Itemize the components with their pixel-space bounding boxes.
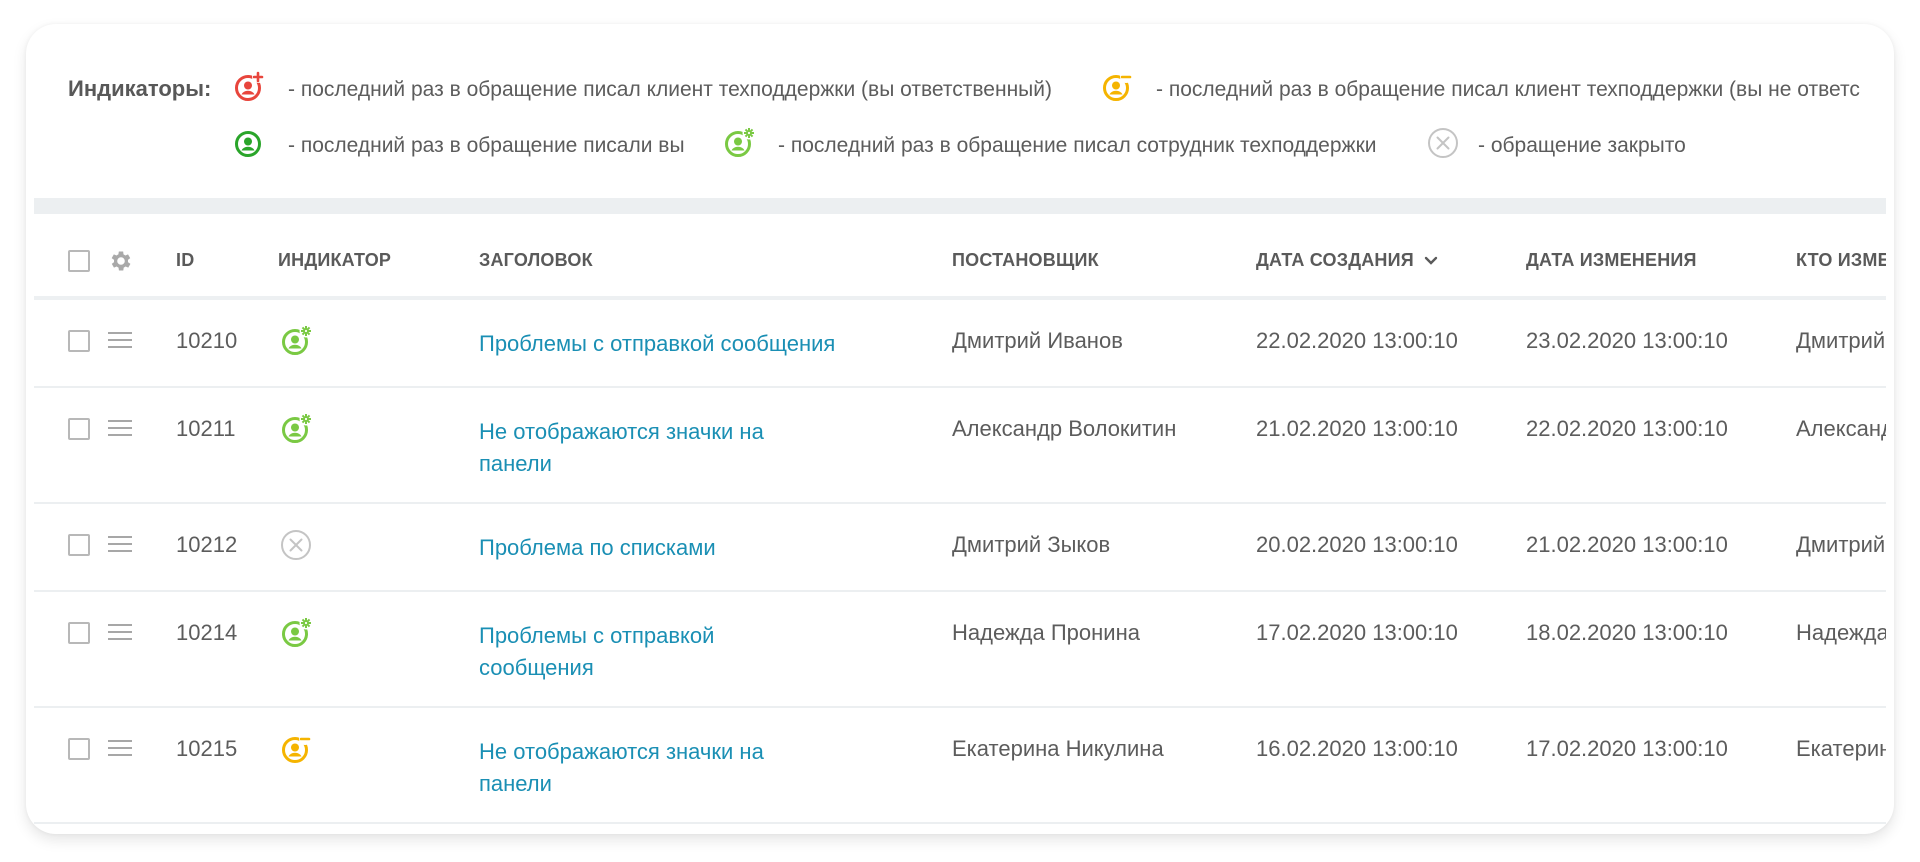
row-menu-icon[interactable] [108, 420, 132, 440]
ticket-title-line: Не отображаются значки на [479, 419, 764, 444]
ticket-title-line: Проблема по списками [479, 535, 716, 560]
legend-text-you: - последний раз в обращение писали вы [288, 134, 685, 157]
ticket-title-link[interactable]: Проблемы с отправкой сообщения [479, 328, 835, 360]
row-checkbox[interactable] [68, 330, 90, 352]
client-not-responsible-indicator-icon [1100, 70, 1134, 104]
closed-indicator-icon [1426, 126, 1460, 160]
ticket-id: 10214 [176, 620, 238, 645]
ticket-title-line: Не отображаются значки на [479, 739, 764, 764]
ticket-modified-date: 22.02.2020 13:00:10 [1526, 416, 1728, 441]
table-row[interactable]: 10212 Проблема по списками Дмитрий Зыков… [34, 504, 1886, 592]
ticket-modified-date: 18.02.2020 13:00:10 [1526, 620, 1728, 645]
legend-text-closed: - обращение закрыто [1478, 134, 1686, 157]
you-indicator-icon [232, 126, 266, 160]
ticket-modified-date: 21.02.2020 13:00:10 [1526, 532, 1728, 557]
ticket-title-link[interactable]: Не отображаются значки на панели [479, 416, 764, 480]
row-checkbox[interactable] [68, 738, 90, 760]
column-id[interactable]: ID [176, 250, 194, 271]
ticket-id: 10210 [176, 328, 238, 353]
ticket-title-line: панели [479, 451, 552, 476]
ticket-title-link[interactable]: Не отображаются значки на панели [479, 736, 764, 800]
staff-indicator-icon [279, 412, 313, 446]
ticket-author: Александр Волокитин [952, 416, 1177, 441]
legend-text-client-not-responsible: - последний раз в обращение писал клиент… [1156, 78, 1860, 101]
table-header: ID ИНДИКАТОР ЗАГОЛОВОК ПОСТАНОВЩИК ДАТА … [34, 214, 1886, 300]
ticket-modified-by: Екатерин [1796, 736, 1886, 761]
legend-text-client-responsible: - последний раз в обращение писал клиент… [288, 78, 1052, 101]
settings-gear-icon[interactable] [108, 248, 134, 274]
ticket-created-date: 20.02.2020 13:00:10 [1256, 532, 1458, 557]
ticket-modified-date: 23.02.2020 13:00:10 [1526, 328, 1728, 353]
ticket-created-date: 22.02.2020 13:00:10 [1256, 328, 1458, 353]
column-author[interactable]: ПОСТАНОВЩИК [952, 250, 1099, 271]
ticket-modified-date: 17.02.2020 13:00:10 [1526, 736, 1728, 761]
column-created-label: ДАТА СОЗДАНИЯ [1256, 250, 1414, 270]
client-responsible-indicator-icon [232, 70, 266, 104]
table-row[interactable]: 10210 Проблемы с отправкой сообщения Дми… [34, 300, 1886, 388]
legend-title: Индикаторы: [68, 76, 212, 101]
ticket-created-date: 17.02.2020 13:00:10 [1256, 620, 1458, 645]
ticket-title-link[interactable]: Проблема по списками [479, 532, 716, 564]
indicator-legend: Индикаторы: - последний раз в обращение … [26, 24, 1894, 198]
client-not-responsible-indicator-icon [279, 732, 313, 766]
column-created[interactable]: ДАТА СОЗДАНИЯ [1256, 250, 1438, 271]
staff-indicator-icon [722, 126, 756, 160]
ticket-created-date: 21.02.2020 13:00:10 [1256, 416, 1458, 441]
row-checkbox[interactable] [68, 622, 90, 644]
row-menu-icon[interactable] [108, 536, 132, 556]
tickets-table: ID ИНДИКАТОР ЗАГОЛОВОК ПОСТАНОВЩИК ДАТА … [34, 198, 1886, 834]
staff-indicator-icon [279, 616, 313, 650]
ticket-modified-by: Александ [1796, 416, 1886, 441]
ticket-title-line: сообщения [479, 655, 594, 680]
row-checkbox[interactable] [68, 534, 90, 556]
legend-text-staff: - последний раз в обращение писал сотруд… [778, 134, 1377, 157]
ticket-id: 10211 [176, 416, 236, 441]
column-title[interactable]: ЗАГОЛОВОК [479, 250, 593, 271]
ticket-author: Екатерина Никулина [952, 736, 1164, 761]
row-checkbox[interactable] [68, 418, 90, 440]
ticket-modified-by: Надежда [1796, 620, 1886, 645]
table-row[interactable]: 10214 Проблемы с отправкой сообщения Наде… [34, 592, 1886, 708]
row-menu-icon[interactable] [108, 740, 132, 760]
ticket-title-line: Проблемы с отправкой сообщения [479, 331, 836, 356]
ticket-title-line: панели [479, 771, 552, 796]
ticket-title-line: Проблемы с отправкой [479, 623, 715, 648]
ticket-author: Надежда Пронина [952, 620, 1140, 645]
ticket-title-link[interactable]: Проблемы с отправкой сообщения [479, 620, 714, 684]
table-row[interactable]: 10215 Не отображаются значки на панели Ек… [34, 708, 1886, 824]
row-menu-icon[interactable] [108, 624, 132, 644]
staff-indicator-icon [279, 324, 313, 358]
ticket-created-date: 16.02.2020 13:00:10 [1256, 736, 1458, 761]
column-modified[interactable]: ДАТА ИЗМЕНЕНИЯ [1526, 250, 1697, 271]
ticket-id: 10212 [176, 532, 238, 557]
select-all-checkbox[interactable] [68, 250, 90, 272]
column-modified-by[interactable]: КТО ИЗМЕ [1796, 250, 1886, 271]
closed-indicator-icon [279, 528, 313, 562]
ticket-author: Дмитрий Иванов [952, 328, 1123, 353]
table-row[interactable]: 10211 Не отображаются значки на панели Ал… [34, 388, 1886, 504]
ticket-id: 10215 [176, 736, 238, 761]
ticket-modified-by: Дмитрий [1796, 532, 1886, 557]
ticket-modified-by: Дмитрий [1796, 328, 1886, 353]
tickets-card: Индикаторы: - последний раз в обращение … [26, 24, 1894, 834]
sort-chevron-down-icon [1424, 257, 1438, 265]
column-indicator[interactable]: ИНДИКАТОР [278, 250, 391, 271]
ticket-author: Дмитрий Зыков [952, 532, 1111, 557]
row-menu-icon[interactable] [108, 332, 132, 352]
